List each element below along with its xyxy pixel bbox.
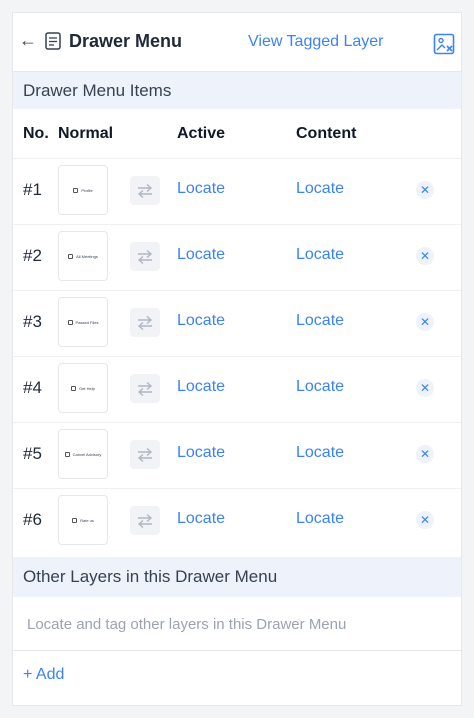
add-layer-button[interactable]: + Add xyxy=(23,666,64,684)
col-no: No. xyxy=(23,125,49,142)
content-locate-link[interactable]: Locate xyxy=(296,246,344,264)
thumbnail-label: Passed Files xyxy=(75,319,99,325)
table-row: #4 Get Help Locate Locate ✕ xyxy=(13,356,461,422)
table-row: #5 Cancel Advisory Locate Locate ✕ xyxy=(13,422,461,488)
thumbnail-icon xyxy=(73,187,79,193)
col-normal: Normal xyxy=(58,125,114,142)
row-number: #3 xyxy=(23,312,42,331)
content-locate-link[interactable]: Locate xyxy=(296,180,344,198)
normal-thumbnail[interactable]: Profile xyxy=(58,165,108,215)
swap-button[interactable] xyxy=(130,308,160,337)
swap-button[interactable] xyxy=(130,440,160,469)
thumbnail-icon xyxy=(64,451,70,457)
view-tagged-layer-link[interactable]: View Tagged Layer xyxy=(248,33,384,51)
table-row: #6 Rate us Locate Locate ✕ xyxy=(13,488,461,554)
thumbnail-preview: Rate us xyxy=(72,517,94,523)
thumbnail-preview: Passed Files xyxy=(67,319,99,325)
swap-arrows-icon xyxy=(137,513,153,528)
col-active: Active xyxy=(177,125,226,142)
thumbnail-preview: Get Help xyxy=(71,385,95,391)
thumbnail-preview: All Meetings xyxy=(68,253,98,259)
swap-arrows-icon xyxy=(137,315,153,330)
table-row: #1 Profile Locate Locate ✕ xyxy=(13,158,461,224)
thumbnail-icon xyxy=(71,385,77,391)
normal-thumbnail[interactable]: Cancel Advisory xyxy=(58,429,108,479)
normal-thumbnail[interactable]: Passed Files xyxy=(58,297,108,347)
image-remove-icon[interactable] xyxy=(433,33,455,55)
row-number: #6 xyxy=(23,510,42,529)
remove-row-icon[interactable]: ✕ xyxy=(416,445,434,463)
items-section-title: Drawer Menu Items xyxy=(23,80,172,100)
divider xyxy=(13,650,461,651)
content-locate-link[interactable]: Locate xyxy=(296,378,344,396)
swap-button[interactable] xyxy=(130,242,160,271)
remove-row-icon[interactable]: ✕ xyxy=(416,379,434,397)
remove-row-icon[interactable]: ✕ xyxy=(416,511,434,529)
other-layers-placeholder: Locate and tag other layers in this Draw… xyxy=(27,616,347,633)
content-locate-link[interactable]: Locate xyxy=(296,444,344,462)
remove-row-icon[interactable]: ✕ xyxy=(416,313,434,331)
thumbnail-icon xyxy=(68,253,74,259)
thumbnail-label: All Meetings xyxy=(76,253,98,259)
panel-header: ← Drawer Menu View Tagged Layer xyxy=(13,13,461,72)
active-locate-link[interactable]: Locate xyxy=(177,444,225,462)
other-layers-section-header: Other Layers in this Drawer Menu xyxy=(13,557,461,597)
swap-arrows-icon xyxy=(137,381,153,396)
content-locate-link[interactable]: Locate xyxy=(296,510,344,528)
active-locate-link[interactable]: Locate xyxy=(177,312,225,330)
thumbnail-icon xyxy=(67,319,73,325)
column-header-row: No. Normal Active Content xyxy=(13,109,461,158)
row-number: #2 xyxy=(23,246,42,265)
col-content: Content xyxy=(296,125,357,142)
swap-button[interactable] xyxy=(130,176,160,205)
row-number: #5 xyxy=(23,444,42,463)
normal-thumbnail[interactable]: All Meetings xyxy=(58,231,108,281)
normal-thumbnail[interactable]: Rate us xyxy=(58,495,108,545)
swap-arrows-icon xyxy=(137,183,153,198)
thumbnail-label: Cancel Advisory xyxy=(72,451,102,457)
normal-thumbnail[interactable]: Get Help xyxy=(58,363,108,413)
thumbnail-label: Get Help xyxy=(79,385,95,391)
swap-arrows-icon xyxy=(137,249,153,264)
back-arrow-icon[interactable]: ← xyxy=(19,30,37,51)
remove-row-icon[interactable]: ✕ xyxy=(416,181,434,199)
swap-button[interactable] xyxy=(130,506,160,535)
active-locate-link[interactable]: Locate xyxy=(177,180,225,198)
active-locate-link[interactable]: Locate xyxy=(177,510,225,528)
items-section-header: Drawer Menu Items xyxy=(13,72,461,109)
page-title: Drawer Menu xyxy=(69,31,183,51)
thumbnail-label: Rate us xyxy=(80,517,94,523)
document-icon xyxy=(45,32,61,50)
thumbnail-icon xyxy=(72,517,78,523)
row-number: #4 xyxy=(23,378,42,397)
drawer-menu-panel: ← Drawer Menu View Tagged Layer Drawer M… xyxy=(12,12,462,706)
active-locate-link[interactable]: Locate xyxy=(177,378,225,396)
thumbnail-label: Profile xyxy=(81,187,93,193)
table-row: #2 All Meetings Locate Locate ✕ xyxy=(13,224,461,290)
swap-button[interactable] xyxy=(130,374,160,403)
row-number: #1 xyxy=(23,180,42,199)
active-locate-link[interactable]: Locate xyxy=(177,246,225,264)
thumbnail-preview: Profile xyxy=(73,187,93,193)
thumbnail-preview: Cancel Advisory xyxy=(64,451,102,457)
content-locate-link[interactable]: Locate xyxy=(296,312,344,330)
swap-arrows-icon xyxy=(137,447,153,462)
remove-row-icon[interactable]: ✕ xyxy=(416,247,434,265)
table-row: #3 Passed Files Locate Locate ✕ xyxy=(13,290,461,356)
other-layers-title: Other Layers in this Drawer Menu xyxy=(23,567,278,586)
